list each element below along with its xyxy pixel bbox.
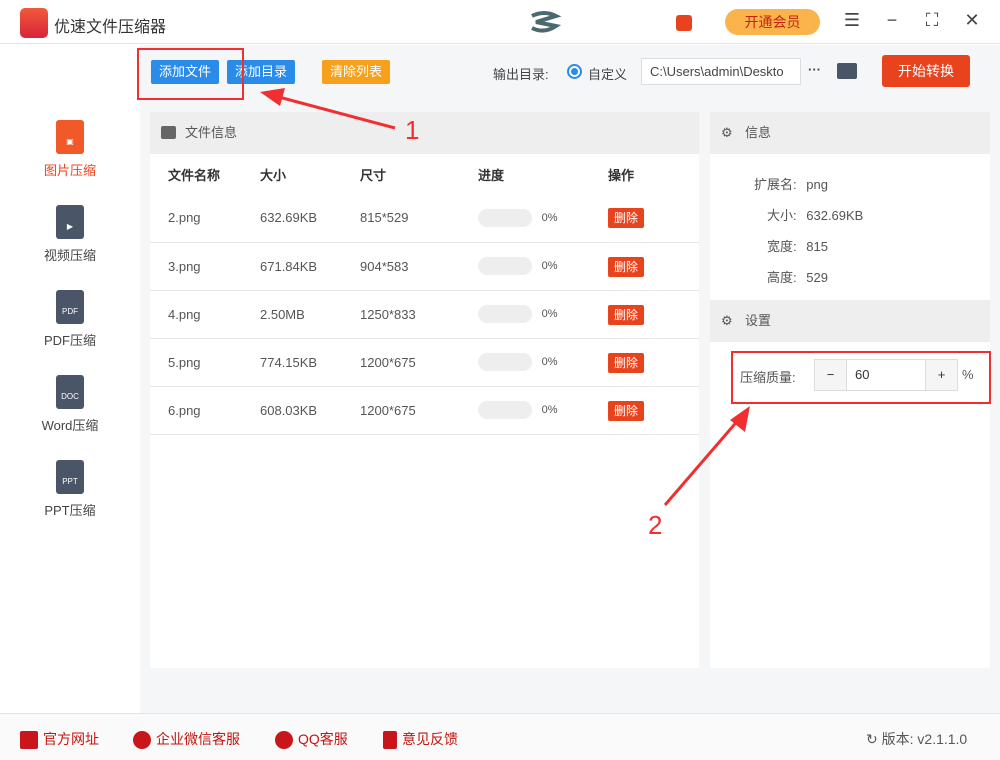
wechat-icon: [133, 731, 151, 750]
qq-icon: [275, 731, 293, 750]
link-label: 官方网址: [43, 731, 99, 747]
refresh-icon: ↻: [866, 731, 882, 747]
version-text: 版本: v2.1.1.0: [881, 731, 968, 747]
version: ↻ 版本: v2.1.1.0: [866, 729, 967, 749]
web-icon: [20, 731, 38, 750]
link-label: 意见反馈: [402, 731, 458, 747]
qq-link[interactable]: QQ客服: [275, 729, 348, 750]
link-label: QQ客服: [298, 731, 348, 747]
annotation-1: 1: [405, 115, 420, 145]
wechat-link[interactable]: 企业微信客服: [133, 729, 240, 750]
feedback-icon: [383, 731, 397, 750]
website-link[interactable]: 官方网址: [20, 729, 99, 750]
link-label: 企业微信客服: [156, 731, 240, 747]
footer: 官方网址 企业微信客服 QQ客服 意见反馈 ↻ 版本: v2.1.1.0: [0, 713, 1000, 760]
annotation-2: 2: [648, 510, 663, 540]
annotation-arrows: [260, 88, 750, 506]
feedback-link[interactable]: 意见反馈: [383, 729, 458, 750]
